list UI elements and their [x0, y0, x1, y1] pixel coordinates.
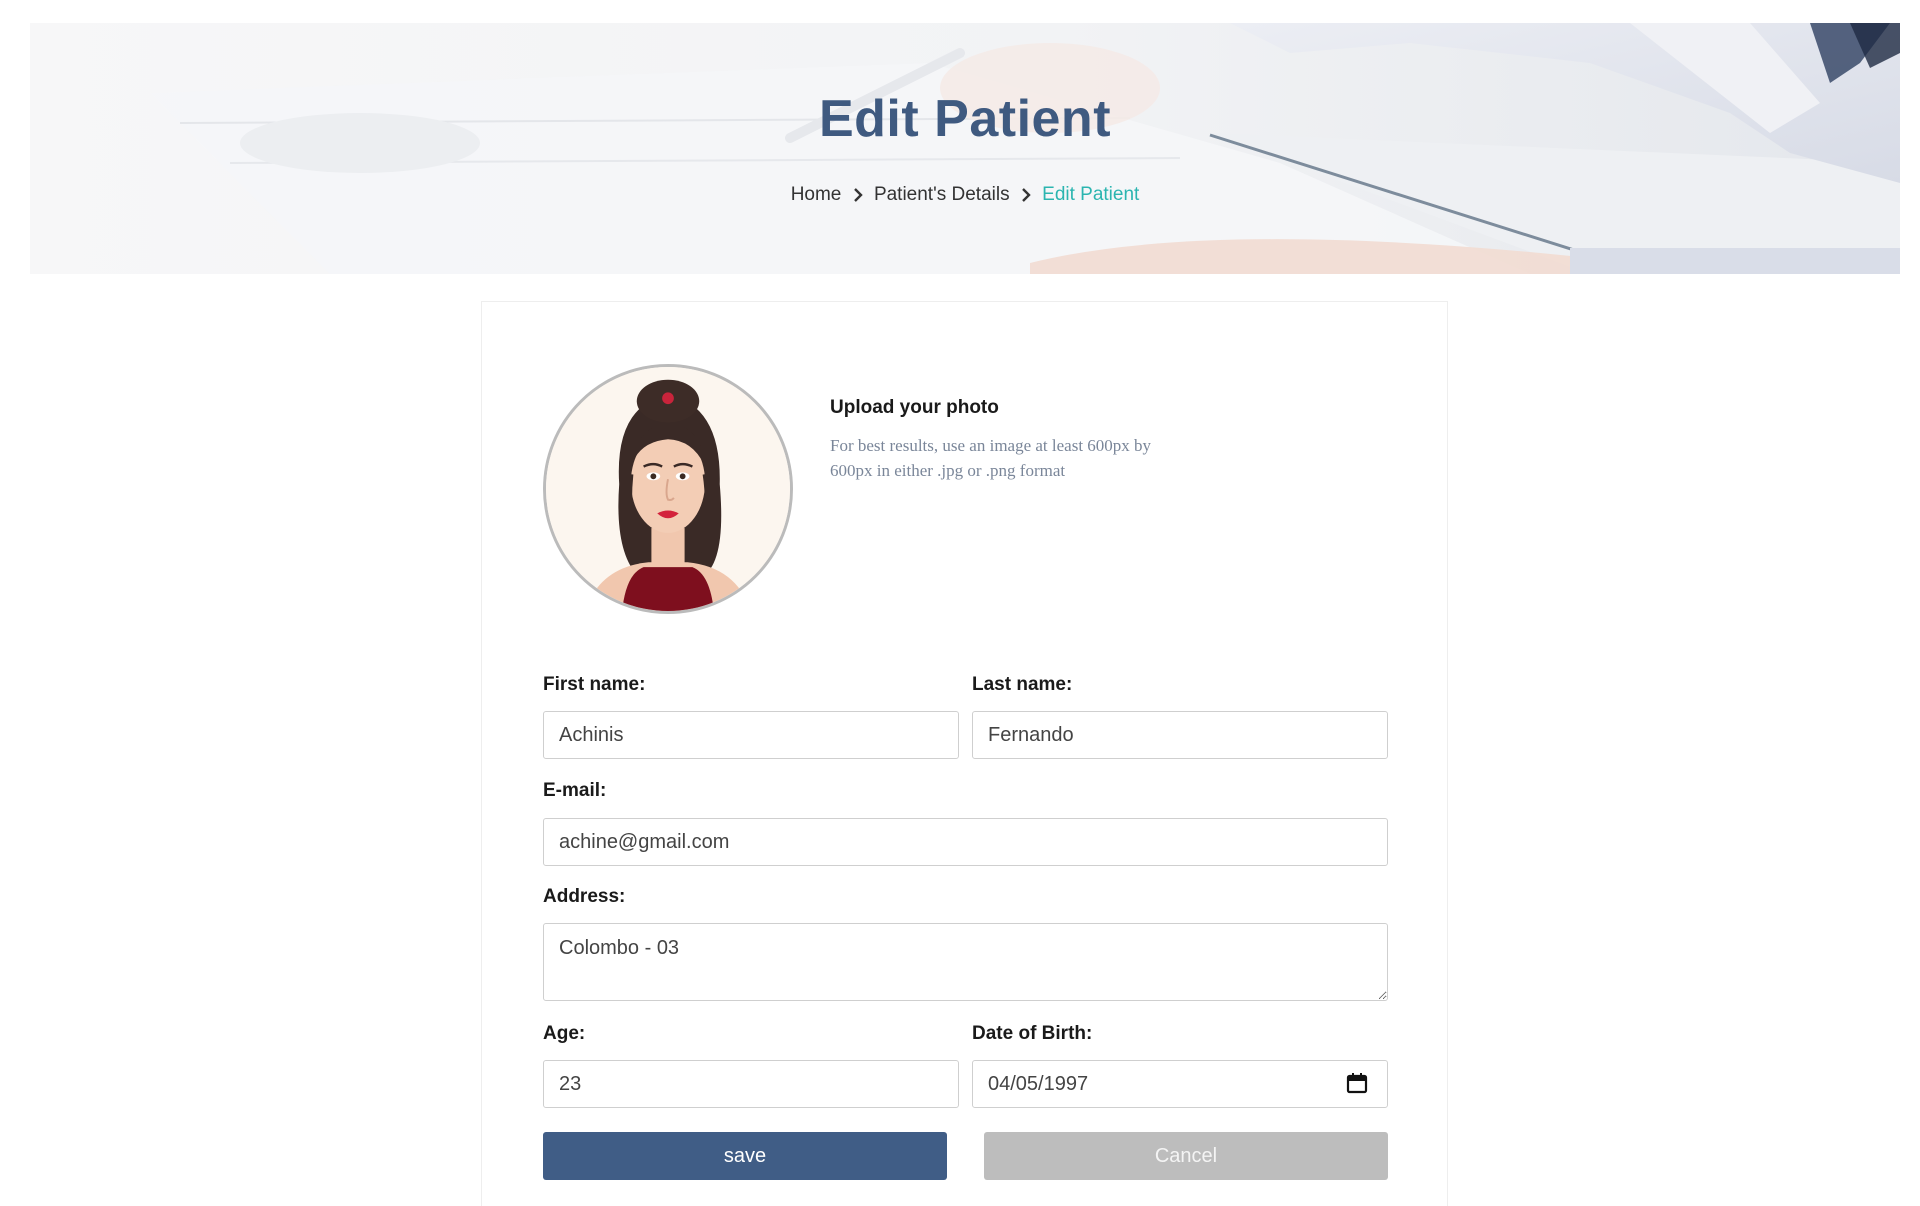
first-name-label: First name:: [543, 674, 646, 695]
save-button[interactable]: save: [543, 1132, 947, 1180]
date-of-birth-label: Date of Birth:: [972, 1023, 1093, 1044]
cancel-button[interactable]: Cancel: [984, 1132, 1388, 1180]
patient-photo-image: [546, 367, 790, 611]
page-title: Edit Patient: [818, 90, 1112, 148]
calendar-icon[interactable]: [1346, 1072, 1368, 1094]
last-name-label: Last name:: [972, 674, 1073, 695]
breadcrumb: Home Patient's Details Edit Patient: [30, 184, 1900, 206]
email-label: E-mail:: [543, 780, 607, 801]
breadcrumb-home-link[interactable]: Home: [791, 184, 842, 206]
breadcrumb-patient-details-link[interactable]: Patient's Details: [874, 184, 1010, 206]
age-input[interactable]: [543, 1060, 959, 1108]
chevron-right-icon: [852, 187, 864, 203]
email-input[interactable]: [543, 818, 1388, 866]
address-textarea[interactable]: Colombo - 03: [543, 923, 1388, 1001]
upload-photo-hint: For best results, use an image at least …: [830, 436, 1152, 480]
first-name-input[interactable]: [543, 711, 959, 759]
date-of-birth-field: [972, 1060, 1388, 1110]
last-name-input[interactable]: [972, 711, 1388, 759]
age-label: Age:: [543, 1023, 586, 1044]
chevron-right-icon: [1020, 187, 1032, 203]
address-label: Address:: [543, 886, 626, 907]
page-banner: Edit Patient Home Patient's Details Edit…: [30, 23, 1900, 274]
breadcrumb-current-page: Edit Patient: [1042, 184, 1140, 205]
patient-photo[interactable]: [543, 364, 793, 614]
upload-photo-title: Upload your photo: [830, 397, 999, 418]
date-of-birth-input[interactable]: [972, 1060, 1388, 1108]
edit-patient-card: Upload your photo For best results, use …: [481, 301, 1448, 1206]
